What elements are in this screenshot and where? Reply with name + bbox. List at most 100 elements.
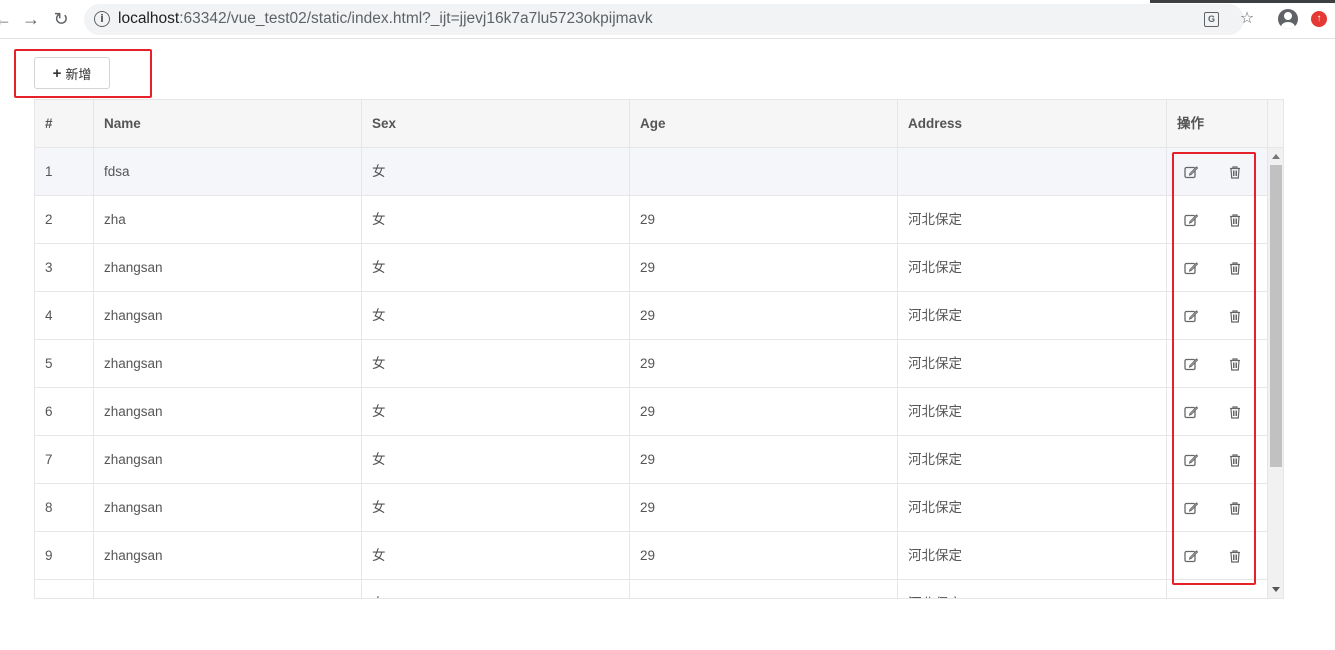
cell-actions — [1167, 532, 1267, 580]
cell-sex: 女 — [362, 196, 630, 244]
cell-actions — [1167, 580, 1267, 598]
cell-name: zhangsan — [94, 532, 362, 580]
address-bar[interactable]: i localhost:63342/vue_test02/static/inde… — [84, 4, 1254, 35]
cell-name: zhangsan — [94, 244, 362, 292]
cell-name: zhangsan — [94, 340, 362, 388]
trash-icon[interactable] — [1228, 261, 1242, 275]
plus-icon: + — [52, 64, 62, 82]
bookmark-star-icon[interactable]: ☆ — [1237, 9, 1257, 29]
cell-age: 29 — [630, 484, 898, 532]
header-name: Name — [94, 100, 362, 148]
cell-index: 4 — [35, 292, 94, 340]
cell-age: 29 — [630, 436, 898, 484]
cell-address: 河北保定 — [898, 340, 1167, 388]
cell-sex: 女 — [362, 436, 630, 484]
scroll-thumb[interactable] — [1270, 165, 1282, 467]
cell-sex: 女 — [362, 580, 630, 598]
data-table: # Name Sex Age Address 操作 1 fdsa 女 2 zha 女 29 河… — [34, 99, 1284, 599]
cell-sex: 女 — [362, 244, 630, 292]
cell-index: 8 — [35, 484, 94, 532]
table-row[interactable]: 8 zhangsan 女 29 河北保定 — [35, 484, 1267, 532]
table-header: # Name Sex Age Address 操作 — [35, 100, 1267, 148]
reload-icon[interactable]: ↻ — [50, 8, 72, 30]
cell-address — [898, 148, 1167, 196]
table-row[interactable]: 4 zhangsan 女 29 河北保定 — [35, 292, 1267, 340]
forward-arrow-icon[interactable]: → — [20, 8, 42, 30]
edit-icon[interactable] — [1184, 261, 1198, 275]
cell-index: 6 — [35, 388, 94, 436]
header-age: Age — [630, 100, 898, 148]
cell-actions — [1167, 196, 1267, 244]
cell-address: 河北保定 — [898, 580, 1167, 598]
cell-age — [630, 148, 898, 196]
cell-actions — [1167, 484, 1267, 532]
cell-name: fdsa — [94, 148, 362, 196]
cell-name: zhangsan — [94, 484, 362, 532]
edit-icon[interactable] — [1184, 453, 1198, 467]
scroll-up-arrow-icon[interactable] — [1272, 154, 1280, 159]
header-actions: 操作 — [1177, 116, 1204, 131]
add-button[interactable]: + 新增 — [34, 57, 110, 89]
cell-actions — [1167, 436, 1267, 484]
edit-icon[interactable] — [1184, 309, 1198, 323]
trash-icon[interactable] — [1228, 405, 1242, 419]
table-row[interactable]: 9 zhangsan 女 29 河北保定 — [35, 532, 1267, 580]
cell-age: 29 — [630, 388, 898, 436]
cell-index: 2 — [35, 196, 94, 244]
edit-icon[interactable] — [1184, 357, 1198, 371]
trash-icon[interactable] — [1228, 549, 1242, 563]
cell-age: 29 — [630, 196, 898, 244]
table-row[interactable]: 6 zhangsan 女 29 河北保定 — [35, 388, 1267, 436]
cell-name: zhangsan — [94, 388, 362, 436]
cell-sex: 女 — [362, 484, 630, 532]
table-row[interactable]: 3 zhangsan 女 29 河北保定 — [35, 244, 1267, 292]
cell-index — [35, 580, 94, 598]
trash-icon[interactable] — [1228, 165, 1242, 179]
trash-icon[interactable] — [1228, 453, 1242, 467]
table-row[interactable]: 1 fdsa 女 — [35, 148, 1267, 196]
translate-icon[interactable]: G — [1204, 12, 1219, 27]
cell-address: 河北保定 — [898, 388, 1167, 436]
cell-actions — [1167, 340, 1267, 388]
cell-name: zhangsan — [94, 292, 362, 340]
site-info-icon[interactable]: i — [94, 11, 110, 27]
table-scrollbar[interactable] — [1267, 148, 1283, 598]
trash-icon[interactable] — [1228, 213, 1242, 227]
cell-sex: 女 — [362, 292, 630, 340]
cell-index: 1 — [35, 148, 94, 196]
cell-age: 29 — [630, 532, 898, 580]
header-index: # — [35, 100, 94, 148]
cell-address: 河北保定 — [898, 244, 1167, 292]
header-scroll-gutter — [1267, 100, 1283, 148]
edit-icon[interactable] — [1184, 213, 1198, 227]
url-text[interactable]: localhost:63342/vue_test02/static/index.… — [118, 10, 653, 28]
cell-sex: 女 — [362, 532, 630, 580]
browser-toolbar: ← → ↻ i localhost:63342/vue_test02/stati… — [0, 0, 1335, 39]
edit-icon[interactable] — [1184, 549, 1198, 563]
edit-icon[interactable] — [1184, 165, 1198, 179]
edit-icon[interactable] — [1184, 405, 1198, 419]
header-sex: Sex — [362, 100, 630, 148]
trash-icon[interactable] — [1228, 357, 1242, 371]
cell-actions — [1167, 244, 1267, 292]
scroll-down-arrow-icon[interactable] — [1272, 587, 1280, 592]
cell-sex: 女 — [362, 388, 630, 436]
trash-icon[interactable] — [1228, 501, 1242, 515]
table-row[interactable]: 5 zhangsan 女 29 河北保定 — [35, 340, 1267, 388]
header-address: Address — [898, 100, 1167, 148]
profile-avatar-icon[interactable] — [1278, 9, 1298, 29]
cell-address: 河北保定 — [898, 484, 1167, 532]
cell-sex: 女 — [362, 148, 630, 196]
cell-actions — [1167, 388, 1267, 436]
back-arrow-icon[interactable]: ← — [0, 8, 14, 30]
url-path: :63342/vue_test02/static/index.html?_ijt… — [179, 10, 653, 27]
edit-icon[interactable] — [1184, 501, 1198, 515]
cell-actions — [1167, 148, 1267, 196]
table-row[interactable]: 女 河北保定 — [35, 580, 1267, 598]
table-row[interactable]: 2 zha 女 29 河北保定 — [35, 196, 1267, 244]
trash-icon[interactable] — [1228, 309, 1242, 323]
tab-strip-edge — [1150, 0, 1335, 3]
cell-name: zhangsan — [94, 436, 362, 484]
table-row[interactable]: 7 zhangsan 女 29 河北保定 — [35, 436, 1267, 484]
extension-icon[interactable]: ↑ — [1311, 11, 1327, 27]
